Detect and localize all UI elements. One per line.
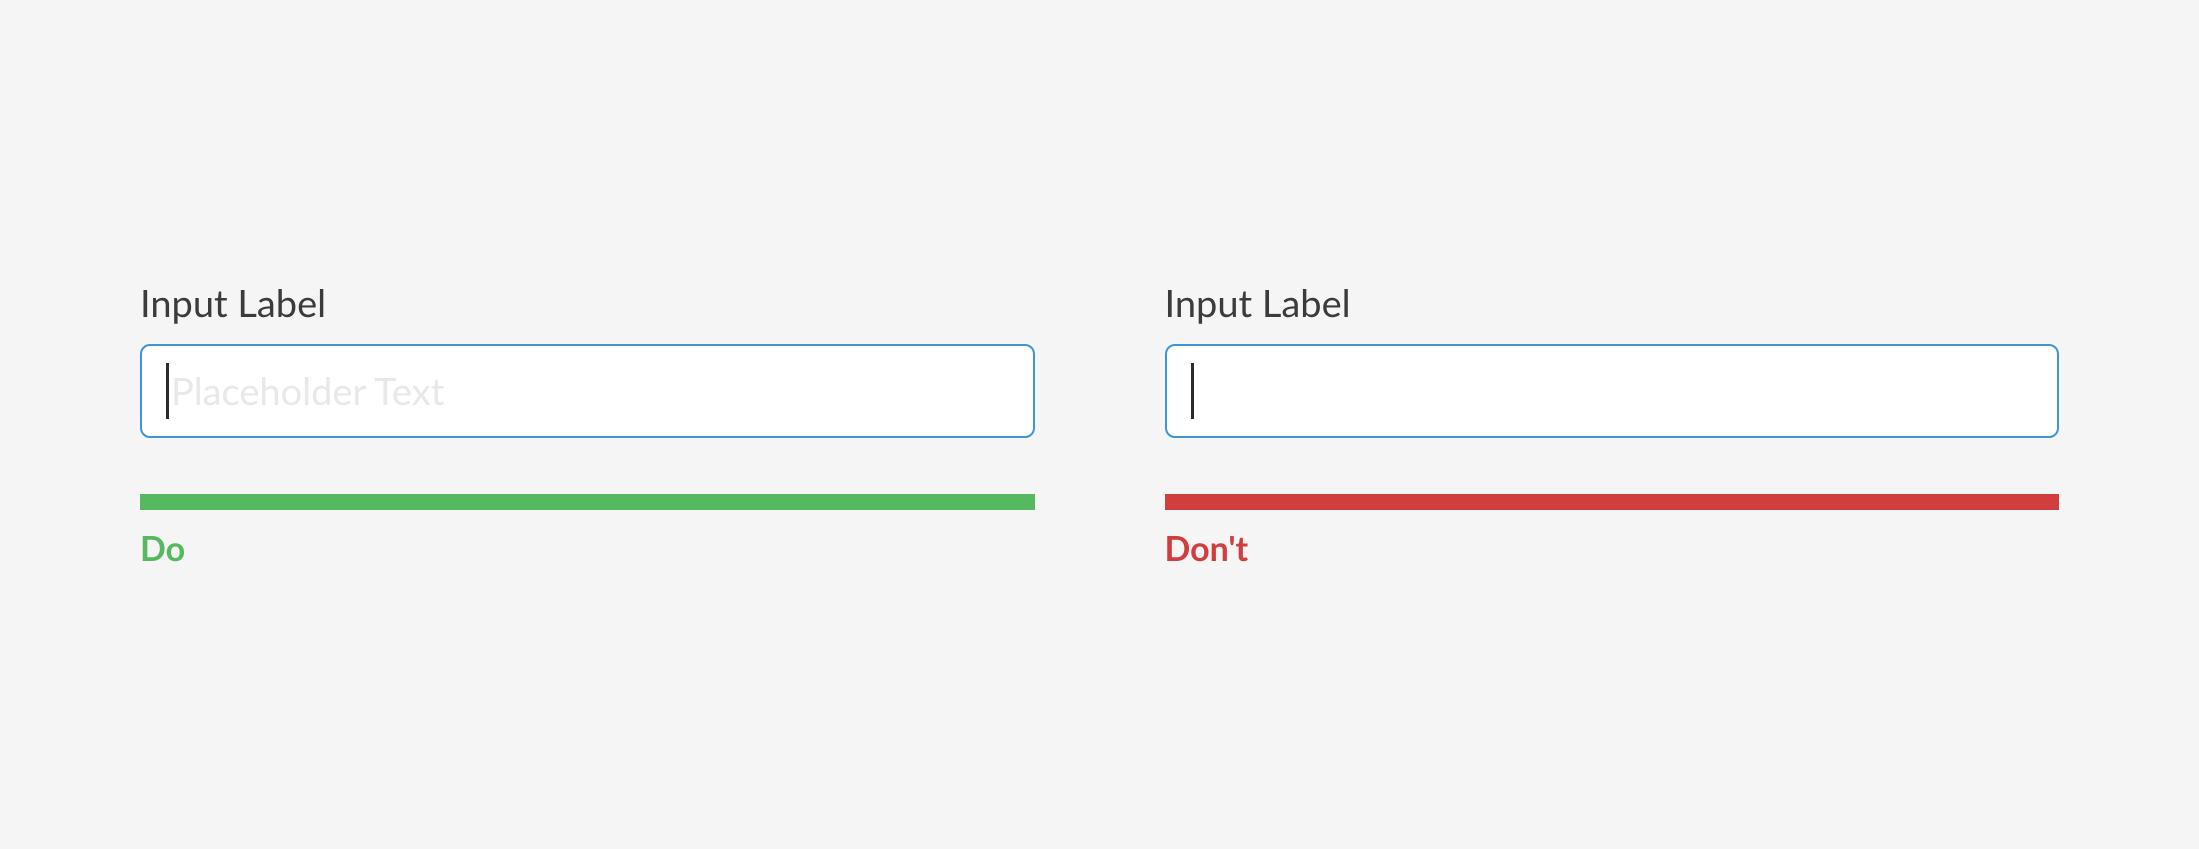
dont-example: Input Label Don't	[1165, 280, 2060, 569]
text-cursor-icon	[1191, 363, 1194, 419]
do-example: Input Label Placeholder Text Do	[140, 280, 1035, 569]
text-input-dont[interactable]	[1165, 344, 2060, 438]
comparison-container: Input Label Placeholder Text Do Input La…	[0, 0, 2199, 569]
do-indicator-bar	[140, 494, 1035, 510]
text-cursor-icon	[166, 363, 169, 419]
input-label-dont: Input Label	[1165, 280, 2060, 326]
text-input-do[interactable]: Placeholder Text	[140, 344, 1035, 438]
dont-status-label: Don't	[1165, 528, 2060, 569]
placeholder-text: Placeholder Text	[171, 368, 444, 414]
input-label-do: Input Label	[140, 280, 1035, 326]
do-status-label: Do	[140, 528, 1035, 569]
dont-indicator-bar	[1165, 494, 2060, 510]
